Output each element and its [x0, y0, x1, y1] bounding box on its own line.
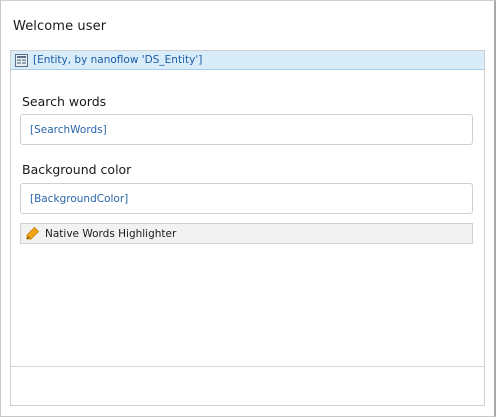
editor-canvas: Welcome user [Entity, by nanoflow 'DS_En… [0, 0, 498, 418]
page-title: Welcome user [13, 19, 107, 34]
search-words-value: [SearchWords] [30, 123, 107, 136]
background-color-input[interactable]: [BackgroundColor] [20, 183, 473, 214]
dataview-header[interactable]: [Entity, by nanoflow 'DS_Entity'] [11, 51, 484, 70]
dataview-label: [Entity, by nanoflow 'DS_Entity'] [33, 54, 203, 66]
widget-label: Native Words Highlighter [45, 227, 177, 240]
background-color-label: Background color [22, 162, 132, 177]
page-frame: Welcome user [Entity, by nanoflow 'DS_En… [0, 0, 496, 417]
search-words-label: Search words [22, 94, 107, 109]
footer-divider [11, 366, 484, 367]
search-words-input[interactable]: [SearchWords] [20, 114, 473, 145]
native-words-highlighter-widget[interactable]: Native Words Highlighter [20, 223, 473, 244]
dataview-icon [14, 53, 28, 67]
highlighter-pen-icon [24, 226, 40, 242]
background-color-value: [BackgroundColor] [30, 192, 129, 205]
page-content-area[interactable]: [Entity, by nanoflow 'DS_Entity'] Search… [10, 50, 485, 406]
